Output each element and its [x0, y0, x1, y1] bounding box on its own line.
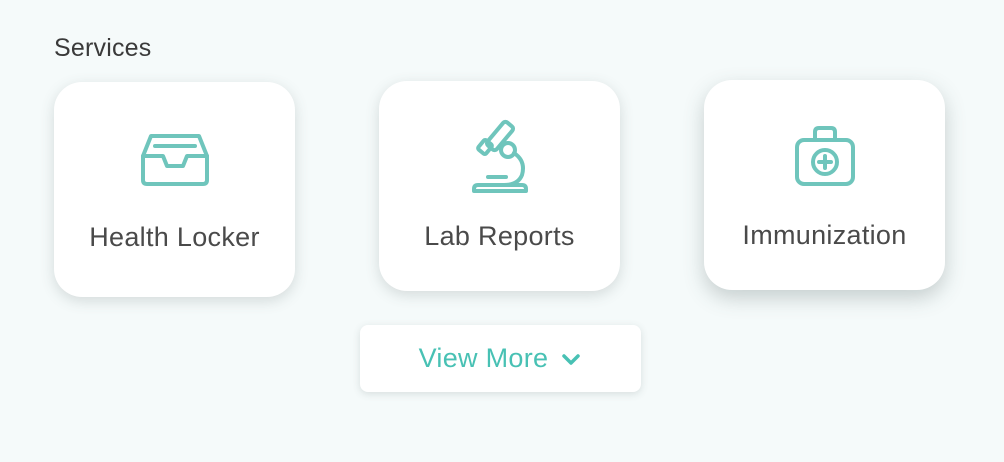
- service-card-immunization[interactable]: Immunization: [704, 80, 945, 290]
- service-label: Health Locker: [89, 222, 260, 252]
- view-more-button[interactable]: View More: [360, 325, 641, 392]
- chevron-down-icon: [562, 353, 581, 365]
- service-card-health-locker[interactable]: Health Locker: [54, 82, 295, 297]
- medical-kit-icon: [794, 126, 855, 186]
- section-title: Services: [54, 34, 152, 62]
- service-label: Immunization: [742, 220, 907, 250]
- microscope-icon: [471, 119, 528, 193]
- services-panel: Services Health Locker Lab Reports Immun: [0, 0, 1004, 462]
- inbox-tray-icon: [140, 134, 209, 186]
- view-more-label: View More: [418, 343, 549, 373]
- service-card-lab-reports[interactable]: Lab Reports: [379, 81, 620, 291]
- service-label: Lab Reports: [424, 221, 575, 251]
